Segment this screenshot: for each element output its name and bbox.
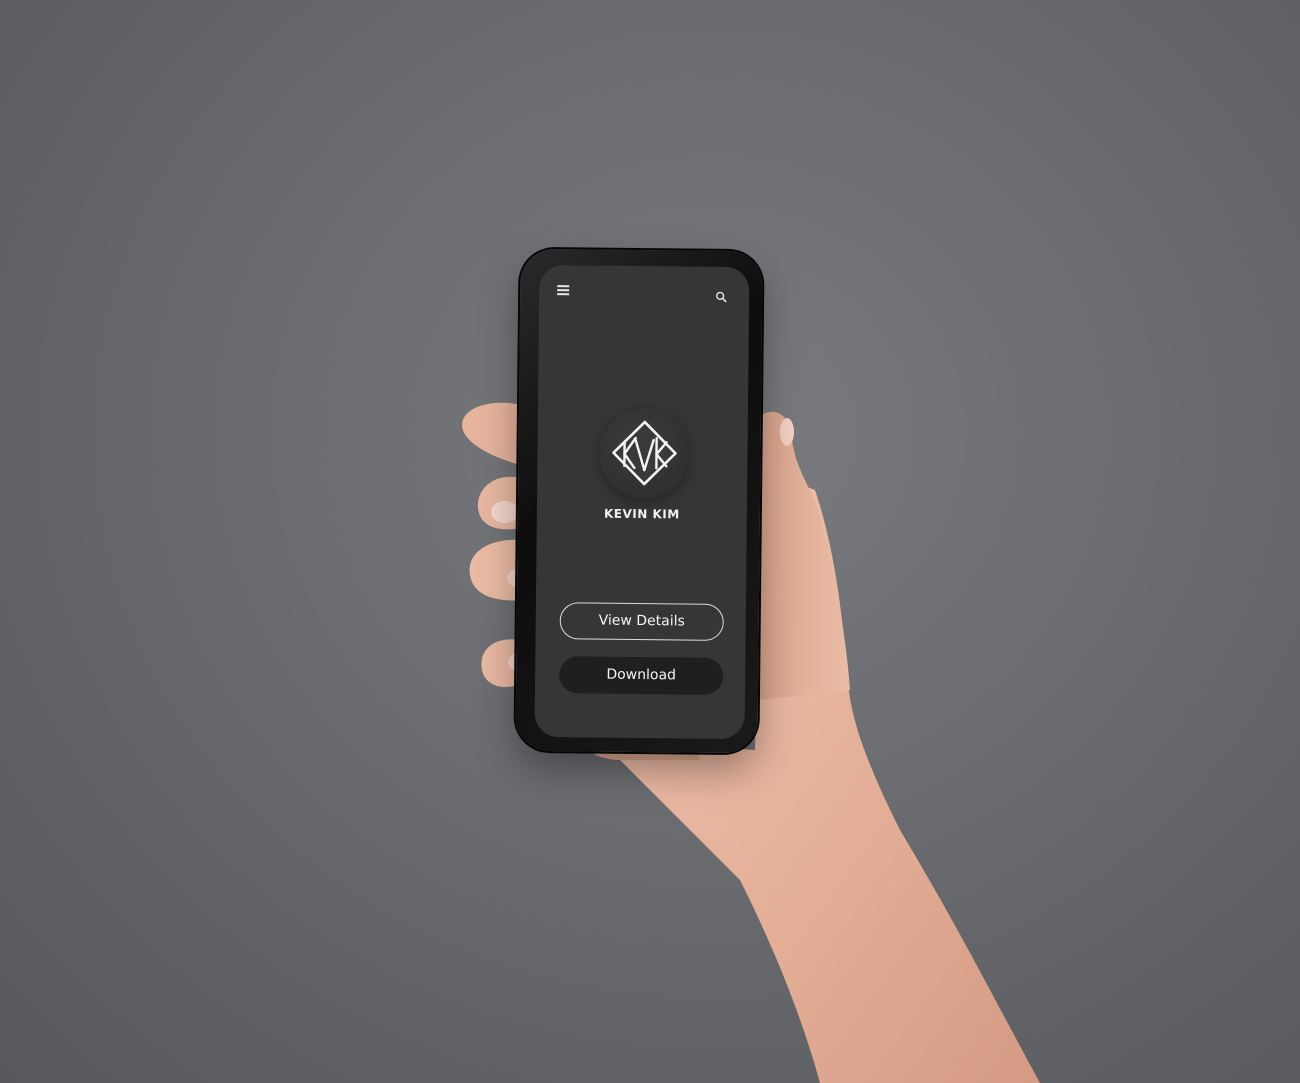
view-details-button[interactable]: View Details xyxy=(559,602,724,641)
phone-screen: KEVIN KIM View Details Download xyxy=(534,264,750,740)
download-button[interactable]: Download xyxy=(558,656,724,695)
search-icon[interactable] xyxy=(715,291,727,303)
mockup-scene: KEVIN KIM View Details Download xyxy=(0,0,1300,1083)
monogram-logo-icon xyxy=(612,420,677,486)
profile-name: KEVIN KIM xyxy=(603,506,680,522)
hamburger-menu-icon[interactable] xyxy=(557,285,570,296)
phone-frame: KEVIN KIM View Details Download xyxy=(515,248,763,754)
profile-logo xyxy=(599,407,690,499)
